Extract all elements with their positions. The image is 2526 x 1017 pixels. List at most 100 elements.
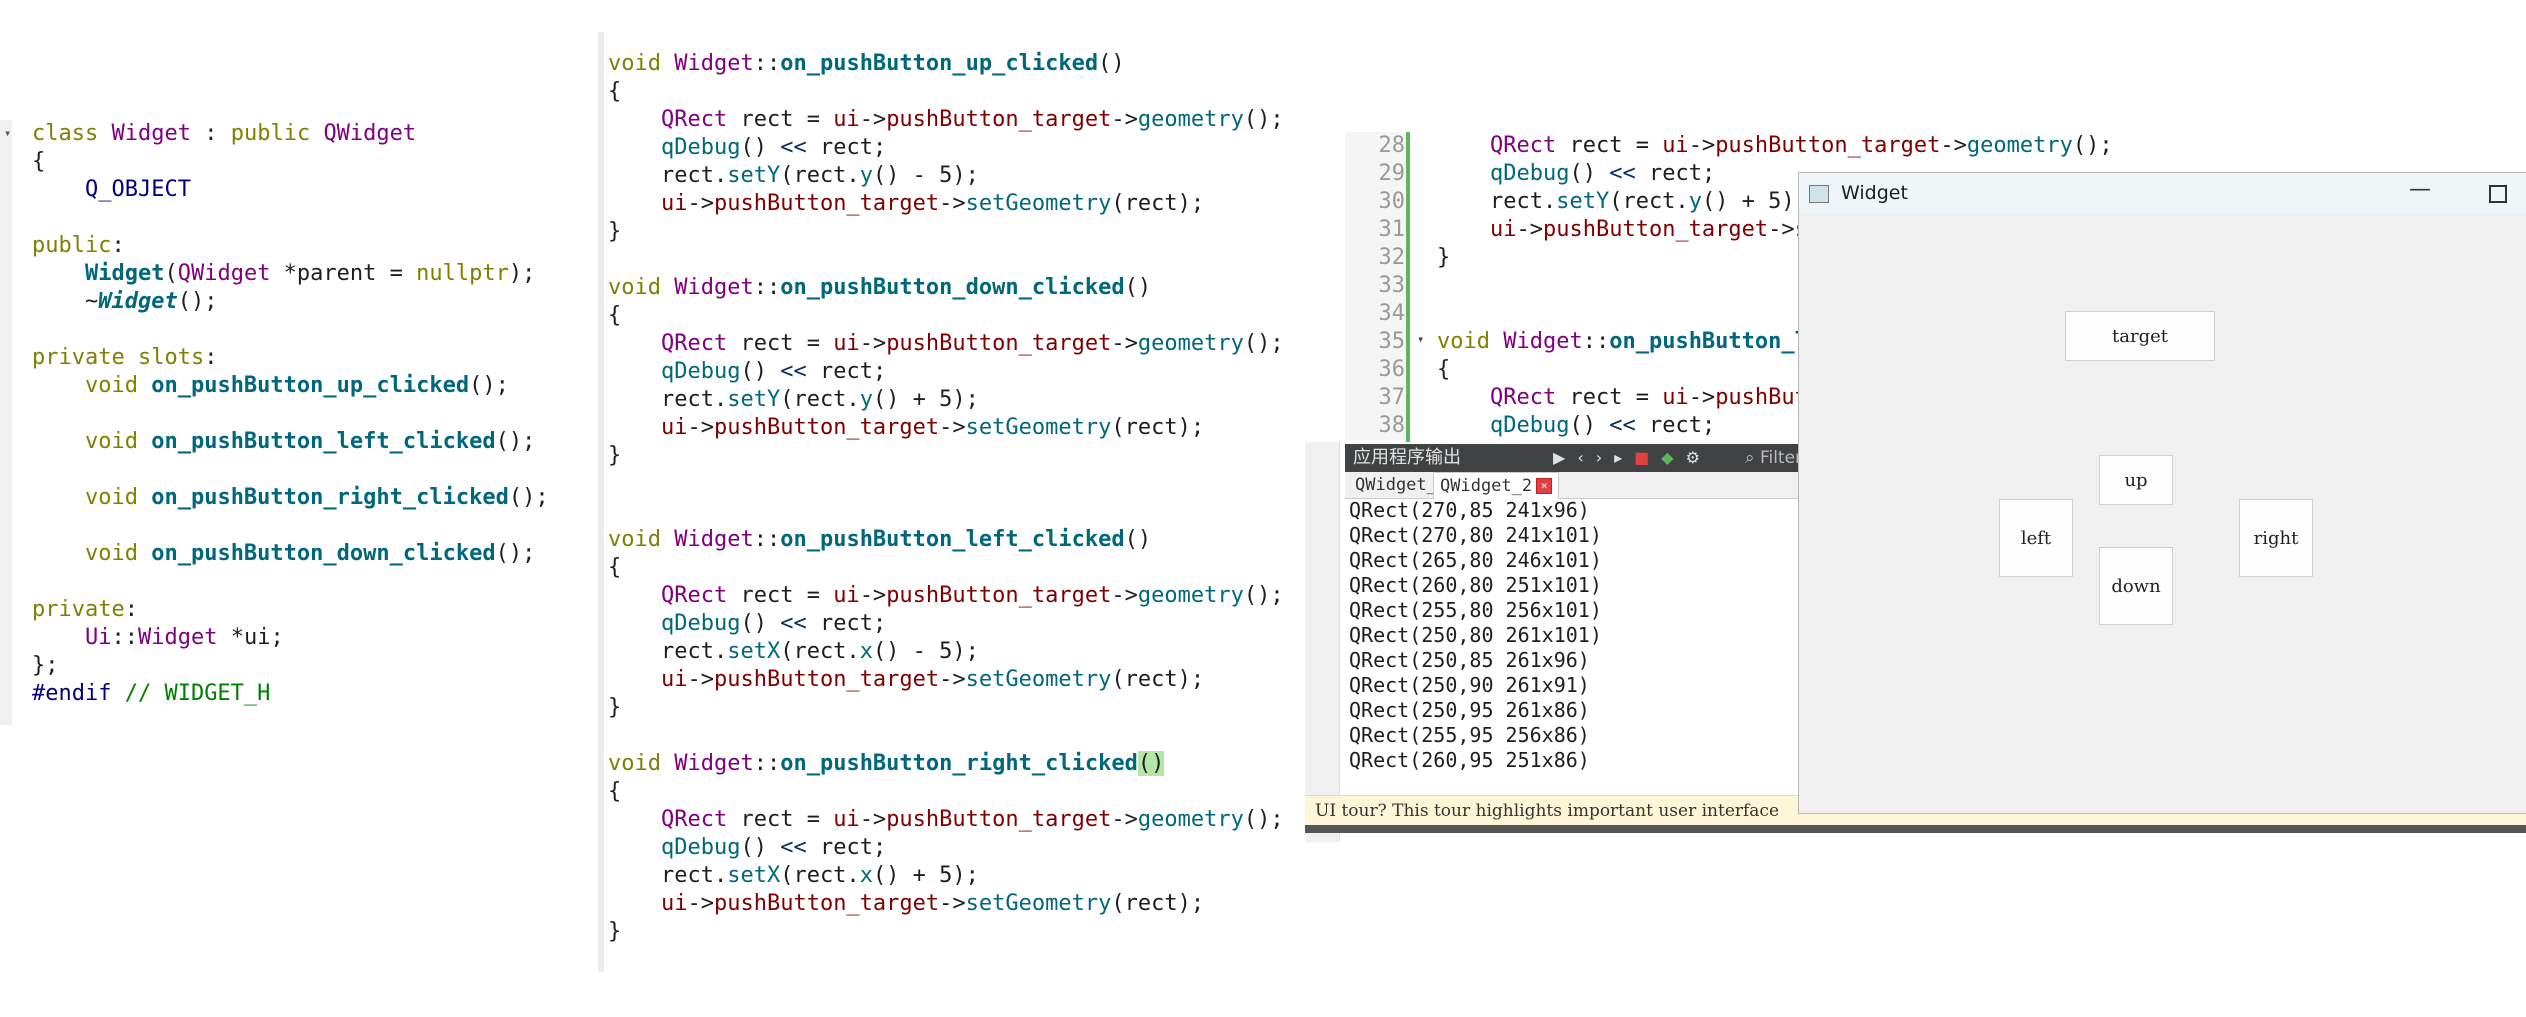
side-scrollbar[interactable]: ▲ ▼ xyxy=(1305,372,1340,842)
code-line[interactable]: qDebug() << rect; xyxy=(608,358,1284,386)
code-token: (); xyxy=(508,485,549,510)
code-line[interactable]: { xyxy=(608,778,1284,806)
code-line[interactable] xyxy=(32,204,549,232)
close-icon[interactable]: ✕ xyxy=(1536,478,1553,494)
code-line[interactable]: ~Widget(); xyxy=(32,288,549,316)
code-line[interactable] xyxy=(608,722,1284,750)
code-line[interactable]: public: xyxy=(32,232,549,260)
forward-icon[interactable]: › xyxy=(1596,444,1602,472)
attach-icon[interactable]: ◆ xyxy=(1661,444,1673,472)
code-line[interactable]: ui->pushButton_target->setGeometry(rect)… xyxy=(608,666,1284,694)
code-token: }; xyxy=(32,653,59,678)
code-token: Q_OBJECT xyxy=(32,177,191,202)
code-token: pushButton_target xyxy=(886,807,1112,832)
fold-arrow-icon[interactable]: ▾ xyxy=(4,126,11,140)
code-line[interactable]: QRect rect = ui->pushButton_target->geom… xyxy=(608,806,1284,834)
stop-icon[interactable]: ■ xyxy=(1634,444,1649,472)
code-token: (); xyxy=(1243,107,1284,132)
header-code[interactable]: class Widget : public QWidget{ Q_OBJECTp… xyxy=(32,120,549,708)
code-line[interactable]: QRect rect = ui->pushButton_target->geom… xyxy=(608,582,1284,610)
settings-icon[interactable]: ⚙ xyxy=(1686,444,1700,472)
code-line[interactable]: { xyxy=(32,148,549,176)
back-icon[interactable]: ‹ xyxy=(1577,444,1583,472)
code-line[interactable]: private slots: xyxy=(32,344,549,372)
code-line[interactable] xyxy=(32,316,549,344)
code-token: (rect. xyxy=(780,387,860,412)
fold-arrow-icon[interactable]: ▾ xyxy=(1417,332,1424,346)
code-line[interactable]: void Widget::on_pushButton_down_clicked(… xyxy=(608,274,1284,302)
code-line[interactable]: { xyxy=(608,78,1284,106)
code-line[interactable]: Ui::Widget *ui; xyxy=(32,624,549,652)
run-icon[interactable]: ▶ xyxy=(1553,444,1565,472)
code-line[interactable]: void on_pushButton_down_clicked(); xyxy=(32,540,549,568)
rerun-icon[interactable]: ▸ xyxy=(1614,444,1622,472)
code-line[interactable]: ui->pushButton_target->setGeometry(rect)… xyxy=(608,414,1284,442)
code-line[interactable] xyxy=(32,568,549,596)
code-line[interactable]: rect.setX(rect.x() - 5); xyxy=(608,638,1284,666)
code-line[interactable]: rect.setX(rect.x() + 5); xyxy=(608,862,1284,890)
code-line[interactable]: } xyxy=(608,694,1284,722)
code-line[interactable]: #endif // WIDGET_H xyxy=(32,680,549,708)
down-button[interactable]: down xyxy=(2099,547,2173,625)
code-token: } xyxy=(608,443,622,468)
minimize-icon[interactable]: — xyxy=(2409,177,2431,202)
code-line[interactable]: void on_pushButton_left_clicked(); xyxy=(32,428,549,456)
right-button[interactable]: right xyxy=(2239,499,2313,577)
code-line[interactable]: { xyxy=(608,554,1284,582)
code-line[interactable]: rect.setY(rect.y() - 5); xyxy=(608,162,1284,190)
code-line[interactable]: ui->pushButton_target->setGeometry(rect)… xyxy=(608,890,1284,918)
code-line[interactable]: class Widget : public QWidget xyxy=(32,120,549,148)
code-line[interactable]: void on_pushButton_up_clicked(); xyxy=(32,372,549,400)
code-line[interactable]: rect.setY(rect.y() + 5); xyxy=(608,386,1284,414)
code-line[interactable]: QRect rect = ui->pushButton_target->geom… xyxy=(1437,132,2113,160)
code-line[interactable] xyxy=(32,400,549,428)
output-line: QRect(250,90 261x91) xyxy=(1349,673,1590,697)
code-line[interactable]: } xyxy=(608,218,1284,246)
code-token: (); xyxy=(469,373,509,398)
window-titlebar[interactable]: Widget — xyxy=(1799,173,2526,213)
code-line[interactable]: void Widget::on_pushButton_up_clicked() xyxy=(608,50,1284,78)
code-line[interactable]: } xyxy=(608,442,1284,470)
code-token: setGeometry xyxy=(965,667,1112,692)
code-line[interactable]: }; xyxy=(32,652,549,680)
line-numbers: 28 29 30 31 32 33 34 35 36 37 38 xyxy=(1345,132,1405,440)
code-line[interactable]: ui->pushButton_target->setGeometry(rect)… xyxy=(608,190,1284,218)
output-line: QRect(250,95 261x86) xyxy=(1349,698,1590,722)
code-line[interactable]: { xyxy=(608,302,1284,330)
output-line: QRect(255,95 256x86) xyxy=(1349,723,1590,747)
code-line[interactable]: void Widget::on_pushButton_left_clicked(… xyxy=(608,526,1284,554)
code-line[interactable]: qDebug() << rect; xyxy=(608,134,1284,162)
code-token: (); xyxy=(495,429,536,454)
code-line[interactable] xyxy=(608,246,1284,274)
code-line[interactable] xyxy=(32,456,549,484)
code-line[interactable]: } xyxy=(608,918,1284,946)
code-line[interactable]: void Widget::on_pushButton_right_clicked… xyxy=(608,750,1284,778)
tab-qwidget-2[interactable]: QWidget_2 ✕ xyxy=(1433,472,1560,499)
code-token: ui xyxy=(833,331,860,356)
code-token: ); xyxy=(508,261,536,286)
code-line[interactable] xyxy=(608,470,1284,498)
target-button[interactable]: target xyxy=(2065,311,2215,361)
code-line[interactable]: Widget(QWidget *parent = nullptr); xyxy=(32,260,549,288)
code-token: rect. xyxy=(608,863,728,888)
output-log[interactable]: QRect(270,85 241x96) QRect(270,80 241x101… xyxy=(1349,498,1602,773)
code-line[interactable]: void on_pushButton_right_clicked(); xyxy=(32,484,549,512)
code-line[interactable] xyxy=(32,512,549,540)
source-code[interactable]: void Widget::on_pushButton_up_clicked(){… xyxy=(608,50,1284,946)
left-button[interactable]: left xyxy=(1999,499,2073,577)
up-button[interactable]: up xyxy=(2099,455,2173,505)
maximize-icon[interactable] xyxy=(2489,185,2507,203)
code-token: (rect); xyxy=(1111,667,1205,692)
code-token: qDebug xyxy=(1489,413,1570,438)
code-line[interactable]: qDebug() << rect; xyxy=(608,610,1284,638)
code-token: (rect); xyxy=(1111,191,1205,216)
code-line[interactable]: QRect rect = ui->pushButton_target->geom… xyxy=(608,106,1284,134)
code-line[interactable]: Q_OBJECT xyxy=(32,176,549,204)
code-line[interactable]: private: xyxy=(32,596,549,624)
code-line[interactable] xyxy=(608,498,1284,526)
code-token: void xyxy=(608,527,675,552)
code-line[interactable]: QRect rect = ui->pushButton_target->geom… xyxy=(608,330,1284,358)
code-line[interactable]: qDebug() << rect; xyxy=(608,834,1284,862)
